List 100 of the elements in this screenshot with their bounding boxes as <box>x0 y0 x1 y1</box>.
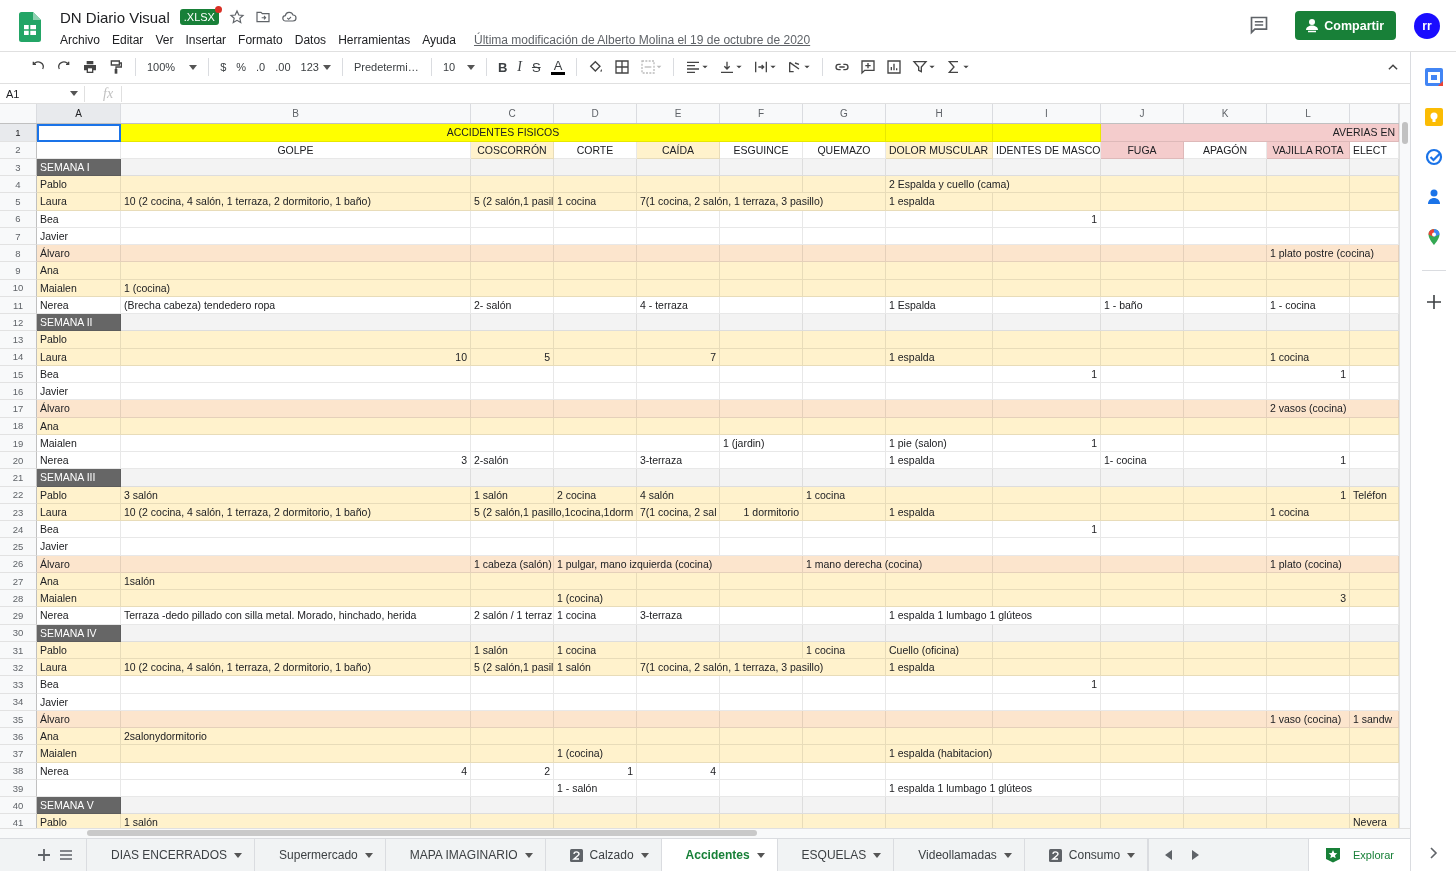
sheet-tab[interactable]: MAPA IMAGINARIO <box>385 839 546 871</box>
menu-item[interactable]: Ayuda <box>422 33 456 47</box>
font-dropdown[interactable]: Predetermi… <box>349 55 424 80</box>
row-number[interactable]: 5 <box>0 193 37 211</box>
sheet-tab[interactable]: Supermercado <box>255 839 386 871</box>
folder-icon[interactable] <box>254 9 271 25</box>
row-number[interactable]: 17 <box>0 400 37 418</box>
row-number[interactable]: 37 <box>0 745 37 763</box>
strikethrough-button[interactable]: S <box>527 55 545 80</box>
menu-icon[interactable] <box>60 850 72 861</box>
explore-button[interactable]: Explorar <box>1308 839 1410 871</box>
person-name: Nerea <box>40 298 69 311</box>
column-header[interactable]: C <box>471 104 554 124</box>
last-edit-link[interactable]: Última modificación de Alberto Molina el 19 de octubre de 2020 <box>473 33 811 47</box>
column-header[interactable]: F <box>720 104 803 124</box>
sheet-tab[interactable]: Videollamadas <box>894 839 1025 871</box>
share-button[interactable]: Compartir <box>1295 11 1396 40</box>
add-icon[interactable] <box>1426 295 1441 309</box>
font-size-dropdown[interactable]: 10 <box>438 55 479 80</box>
decrease-decimals-button[interactable]: .0 <box>252 55 270 80</box>
caret-icon <box>70 91 78 97</box>
column-header[interactable]: A <box>37 104 121 124</box>
comment-icon[interactable] <box>1249 15 1270 35</box>
text-color-button[interactable]: A <box>546 55 570 80</box>
previous-icon[interactable] <box>1165 850 1173 861</box>
menu-item[interactable]: Archivo <box>60 33 100 47</box>
caret-icon <box>466 64 475 70</box>
row-number[interactable]: 32 <box>0 659 37 677</box>
cell-text: 3 <box>1340 592 1346 605</box>
row-number[interactable]: 8 <box>0 245 37 263</box>
increase-decimals-button[interactable]: .00 <box>271 55 295 80</box>
row-number[interactable]: 4 <box>0 176 37 194</box>
selected-cell[interactable] <box>37 124 121 142</box>
column-header[interactable]: L <box>1267 104 1350 124</box>
cell-text: 4 - terraza <box>640 298 688 311</box>
menu-item[interactable]: Insertar <box>185 33 227 47</box>
cell-text: 5 (2 salón,1 pasillo,1cocina,1dorm <box>474 505 634 518</box>
row-number[interactable]: 12 <box>0 314 37 332</box>
week-label: SEMANA II <box>37 314 121 332</box>
column-header[interactable]: B <box>121 104 471 124</box>
menu-item[interactable]: Ver <box>155 33 174 47</box>
italic-button[interactable]: I <box>513 55 526 80</box>
calendar-icon[interactable] <box>1424 68 1443 86</box>
column-header[interactable]: G <box>803 104 886 124</box>
notification-dot-icon <box>214 6 222 13</box>
column-header[interactable]: K <box>1184 104 1267 124</box>
person-name: Nerea <box>40 454 69 467</box>
row-number[interactable]: 13 <box>0 331 37 349</box>
row-number[interactable]: 20 <box>0 452 37 470</box>
row-number[interactable]: 21 <box>0 469 37 487</box>
person-name: Pablo <box>40 333 67 346</box>
menu-item[interactable]: Formato <box>238 33 283 47</box>
document-title[interactable]: DN Diario Visual <box>60 8 170 26</box>
row-number[interactable]: 40 <box>0 797 37 815</box>
column-header[interactable]: H <box>886 104 993 124</box>
row-number[interactable]: 25 <box>0 538 37 556</box>
caret-icon <box>189 64 198 70</box>
row-number[interactable]: 9 <box>0 262 37 280</box>
next-icon[interactable] <box>1192 850 1200 861</box>
star-icon[interactable] <box>228 9 245 25</box>
person-name: Laura <box>40 505 67 518</box>
cell-text: 5 (2 salón,1 pasil <box>474 661 554 674</box>
cloud-icon[interactable] <box>280 9 297 25</box>
number-format-dropdown[interactable]: 123 <box>296 55 335 80</box>
cell-text: 7(1 cocina, 2 salón, 1 terraza, 3 pasillo) <box>640 195 824 208</box>
sheet-tab[interactable]: Calzado <box>545 839 662 871</box>
name-box[interactable]: A1 <box>0 85 85 102</box>
tasks-icon[interactable] <box>1424 148 1443 166</box>
row-number[interactable]: 29 <box>0 607 37 625</box>
cell-text: 2salonydormitorio <box>124 730 207 743</box>
add-sheet-icon[interactable] <box>38 849 50 862</box>
row-number[interactable]: 24 <box>0 521 37 539</box>
currency-button[interactable]: $ <box>216 55 231 80</box>
menu-item[interactable]: Herramientas <box>338 33 411 47</box>
percent-button[interactable]: % <box>232 55 251 80</box>
row-number[interactable]: 28 <box>0 590 37 608</box>
column-header[interactable]: E <box>637 104 720 124</box>
sheet-tab[interactable]: Accidentes <box>661 839 778 871</box>
row-number[interactable]: 33 <box>0 676 37 694</box>
horizontal-scrollbar[interactable] <box>0 828 1410 839</box>
row-number[interactable]: 36 <box>0 728 37 746</box>
zoom-dropdown[interactable]: 100% <box>143 55 202 80</box>
sheet-tab[interactable]: DIAS ENCERRADOS <box>86 839 256 871</box>
sheets-logo-icon[interactable] <box>19 12 41 42</box>
menu-item[interactable]: Editar <box>112 33 144 47</box>
account-avatar[interactable]: rr <box>1414 13 1440 39</box>
row-number[interactable]: 16 <box>0 383 37 401</box>
menu-item[interactable]: Datos <box>294 33 327 47</box>
caret-icon <box>756 852 765 858</box>
sheet-tab[interactable]: ESQUELAS <box>777 839 895 871</box>
person-name: Ana <box>40 574 59 587</box>
column-header[interactable]: J <box>1101 104 1184 124</box>
column-header[interactable]: D <box>554 104 637 124</box>
vertical-scrollbar[interactable] <box>1399 104 1410 829</box>
row-number[interactable]: 1 <box>0 124 37 142</box>
column-header[interactable]: I <box>993 104 1101 124</box>
sheet-tab[interactable]: Consumo <box>1024 839 1149 871</box>
row-number[interactable]: 41 <box>0 814 37 829</box>
bold-button[interactable]: B <box>493 55 512 80</box>
expand-panel-icon[interactable] <box>1429 847 1438 859</box>
